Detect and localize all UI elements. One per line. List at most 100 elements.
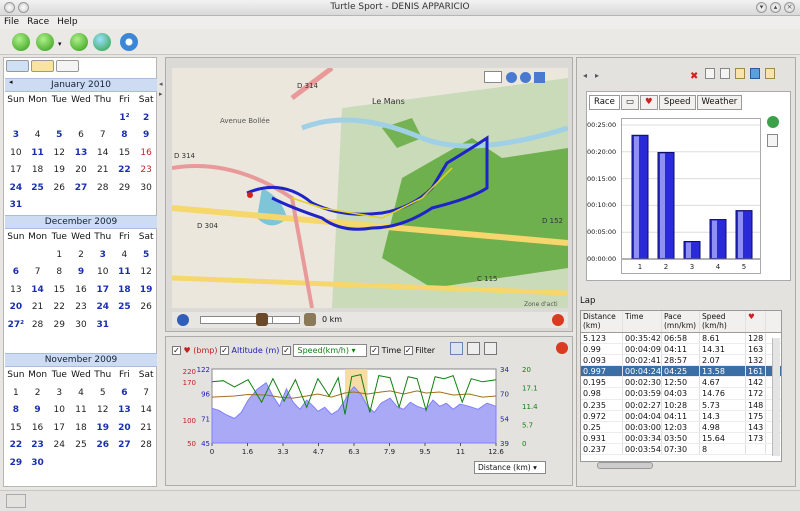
calendar-day[interactable]: 14 [135, 402, 157, 420]
minimize-icon[interactable]: ▾ [756, 2, 767, 13]
calendar-day[interactable]: 27² [5, 317, 27, 335]
calendar-day[interactable]: 11 [114, 264, 136, 282]
tools-icon[interactable] [70, 33, 88, 51]
table-row[interactable]: 0.972 00:04:04 04:11 14.3 175 [581, 410, 781, 422]
table-row[interactable]: 0.237 00:03:54 07:30 8 [581, 443, 781, 456]
tab-heart-icon[interactable]: ♥ [639, 95, 658, 110]
calendar-day[interactable]: 22 [5, 437, 27, 455]
calendar-day[interactable]: 17 [48, 420, 70, 438]
calendar-day[interactable]: 21 [135, 420, 157, 438]
calendar-day[interactable]: 19 [135, 282, 157, 300]
calendar-day[interactable]: 15 [5, 420, 27, 438]
calendar-day[interactable]: 3 [5, 127, 27, 145]
calendar-day[interactable]: 18 [114, 282, 136, 300]
lap-time-bar-chart[interactable]: 1 2 3 4 5 [621, 118, 761, 274]
lap-table-hscroll[interactable] [597, 462, 653, 469]
menu-help[interactable]: Help [53, 16, 82, 29]
fullscreen-icon[interactable] [484, 342, 497, 355]
calendar-day[interactable]: 19 [92, 420, 114, 438]
calendar-day[interactable]: 12 [48, 145, 70, 163]
calendar-day[interactable]: 17 [5, 162, 27, 180]
maximize-icon[interactable]: ▴ [770, 2, 781, 13]
calendar-day[interactable]: 8 [48, 264, 70, 282]
table-row[interactable]: 0.093 00:02:41 28:57 2.07 132 [581, 355, 781, 367]
calendar-day[interactable]: 16 [135, 145, 157, 163]
calendar-day[interactable]: 15 [48, 282, 70, 300]
calendar-day[interactable]: 30 [70, 317, 92, 335]
xaxis-select[interactable]: Distance (km) ▾ [474, 461, 546, 474]
calendar-day[interactable]: 9 [70, 264, 92, 282]
filter-icon[interactable] [12, 33, 30, 51]
gear-icon[interactable] [120, 33, 138, 51]
calendar-day[interactable]: 5 [48, 127, 70, 145]
calendar-day[interactable]: 3 [92, 247, 114, 265]
calendar-day[interactable]: 27 [70, 180, 92, 198]
next-icon[interactable]: ▸ [595, 71, 599, 80]
calendar-day[interactable]: 11 [70, 402, 92, 420]
calendar-day[interactable]: 21 [27, 299, 49, 317]
filter-checkbox[interactable]: ✓ [403, 346, 413, 355]
table-row[interactable]: 0.98 00:03:59 04:03 14.76 172 [581, 388, 781, 400]
calendar-day[interactable]: 23 [27, 437, 49, 455]
column-header[interactable]: Distance (km) [581, 311, 623, 332]
calendar-day[interactable]: 28 [92, 180, 114, 198]
menu-file[interactable]: File [0, 16, 23, 29]
zoom-in-icon[interactable] [520, 72, 531, 83]
column-header[interactable]: Time [623, 311, 662, 332]
print-icon[interactable] [467, 342, 480, 355]
calendar-day[interactable]: 12 [135, 264, 157, 282]
calendar-day[interactable]: 15 [114, 145, 136, 163]
map-canvas[interactable]: Le Mans D 314 D 314 D 304 D 152 C 115 Av… [172, 68, 568, 308]
table-row[interactable]: 5.123 00:35:42 06:58 8.61 128 [581, 333, 781, 345]
calendar-day[interactable]: 8 [5, 402, 27, 420]
calendar-day[interactable]: 8 [114, 127, 136, 145]
calendar-day[interactable]: 9 [27, 402, 49, 420]
calendar-day[interactable]: 7 [27, 264, 49, 282]
calendar-day[interactable]: 4 [70, 385, 92, 403]
table-row[interactable]: 0.25 00:03:00 12:03 4.98 143 [581, 421, 781, 433]
chart-alert-icon[interactable] [556, 342, 568, 354]
column-header[interactable]: Speed (km/h) [700, 311, 746, 332]
calendar-day[interactable]: 14 [27, 282, 49, 300]
calendar-day[interactable]: 21 [92, 162, 114, 180]
calendar-day[interactable]: 6 [5, 264, 27, 282]
calendar-day[interactable]: 23 [135, 162, 157, 180]
tab-weather[interactable]: Weather [696, 95, 743, 110]
close-icon[interactable]: × [784, 2, 795, 13]
calendar-day[interactable]: 6 [114, 385, 136, 403]
tab-race[interactable]: Race [589, 95, 620, 110]
prev-month-icon[interactable]: ◂ [9, 78, 13, 86]
calendar-day[interactable]: 18 [27, 162, 49, 180]
calendar-day[interactable]: 26 [48, 180, 70, 198]
calendar-day[interactable]: 4 [27, 127, 49, 145]
calendar-day[interactable]: 5 [135, 247, 157, 265]
note-icon[interactable] [735, 68, 745, 79]
calendar-day[interactable]: 9 [135, 127, 157, 145]
speed-track[interactable] [272, 316, 300, 324]
calendar-day[interactable]: 10 [5, 145, 27, 163]
calendar-day[interactable]: 13 [70, 145, 92, 163]
calendar-day[interactable]: 16 [27, 420, 49, 438]
table-row[interactable]: 0.195 00:02:30 12:50 4.67 142 [581, 377, 781, 389]
calendar-day[interactable]: 18 [70, 420, 92, 438]
calendar-day[interactable]: 20 [70, 162, 92, 180]
globe-icon[interactable] [93, 33, 111, 51]
folder-icon[interactable] [765, 68, 775, 79]
calendar-day[interactable]: 16 [70, 282, 92, 300]
calendar-day[interactable]: 31 [92, 317, 114, 335]
speed-select[interactable]: Speed(km/h) ▾ [293, 344, 368, 357]
calendar-day[interactable]: 31 [5, 197, 27, 215]
calendar-day[interactable]: 6 [70, 127, 92, 145]
zoom-chart-icon[interactable] [450, 342, 463, 355]
calendar-day[interactable]: 1 [48, 247, 70, 265]
calendar-day[interactable]: 22 [48, 299, 70, 317]
calendar-day[interactable]: 24 [92, 299, 114, 317]
calendar-day[interactable]: 30 [135, 180, 157, 198]
calendar-day[interactable]: 2 [70, 247, 92, 265]
share-icon[interactable] [750, 68, 760, 79]
prev-icon[interactable]: ◂ [583, 71, 587, 80]
table-row[interactable]: 0.235 00:02:27 10:28 5.73 148 [581, 399, 781, 411]
calendar-day[interactable]: 22 [114, 162, 136, 180]
calendar-day[interactable]: 1 [5, 385, 27, 403]
report-icon[interactable] [767, 134, 778, 147]
